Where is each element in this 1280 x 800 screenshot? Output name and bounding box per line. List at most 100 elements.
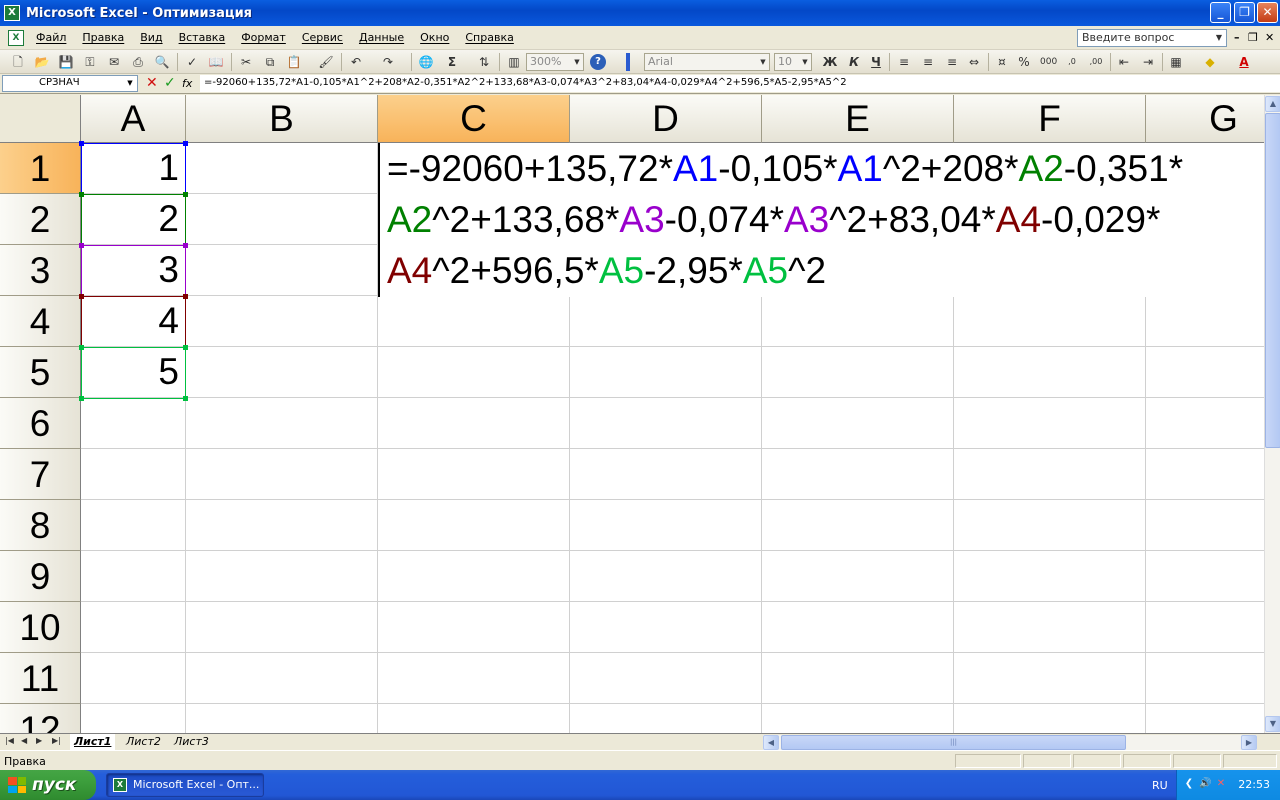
close-button[interactable]: ✕ bbox=[1257, 2, 1278, 23]
row-header-8[interactable]: 8 bbox=[0, 500, 81, 551]
volume-icon[interactable]: 🔊 bbox=[1199, 778, 1211, 790]
scroll-up-arrow-icon[interactable]: ▲ bbox=[1265, 96, 1280, 112]
range-finder-a4[interactable] bbox=[79, 294, 188, 350]
print-preview-icon[interactable]: 🔍 bbox=[154, 54, 170, 70]
chart-wizard-icon[interactable]: ▥ bbox=[506, 54, 522, 70]
format-painter-icon[interactable]: 🖌 bbox=[318, 54, 334, 70]
menu-help[interactable]: Справка bbox=[457, 31, 521, 44]
new-icon[interactable]: 🗋 bbox=[10, 54, 26, 70]
column-header-d[interactable]: D bbox=[570, 95, 762, 143]
row-header-1[interactable]: 1 bbox=[0, 143, 81, 194]
help-icon[interactable]: ? bbox=[590, 54, 606, 70]
network-icon[interactable]: ✕ bbox=[1215, 778, 1227, 790]
chevron-down-icon[interactable]: ▼ bbox=[124, 76, 136, 91]
range-finder-handle[interactable] bbox=[183, 294, 188, 299]
redo-icon[interactable]: ↷ bbox=[380, 54, 396, 70]
cut-icon[interactable]: ✂ bbox=[238, 54, 254, 70]
currency-icon[interactable]: ¤ bbox=[994, 54, 1010, 70]
workbook-icon[interactable]: X bbox=[8, 29, 24, 46]
start-button[interactable]: пуск bbox=[0, 770, 96, 800]
horizontal-scrollbar[interactable]: ◀ ||| ▶ bbox=[763, 735, 1257, 750]
bold-button[interactable]: Ж bbox=[822, 54, 838, 70]
row-header-11[interactable]: 11 bbox=[0, 653, 81, 704]
cell-c1-editor[interactable]: =-92060+135,72*A1-0,105*A1^2+208*A2-0,35… bbox=[378, 143, 1264, 297]
underline-button[interactable]: Ч bbox=[868, 54, 884, 70]
print-icon[interactable]: ⎙ bbox=[130, 54, 146, 70]
decrease-decimal-icon[interactable]: ,00 bbox=[1088, 54, 1104, 70]
range-finder-a2[interactable] bbox=[79, 192, 188, 248]
range-finder-a1[interactable] bbox=[79, 141, 188, 197]
chevron-down-icon[interactable]: ▼ bbox=[799, 54, 811, 70]
vertical-scroll-thumb[interactable] bbox=[1265, 113, 1280, 448]
range-finder-handle[interactable] bbox=[183, 192, 188, 197]
menu-tools[interactable]: Сервис bbox=[294, 31, 351, 44]
help-question-input[interactable]: Введите вопрос ▼ bbox=[1077, 29, 1227, 47]
chevron-down-icon[interactable]: ▼ bbox=[571, 54, 583, 70]
decrease-indent-icon[interactable]: ⇤ bbox=[1116, 54, 1132, 70]
range-finder-handle[interactable] bbox=[79, 294, 84, 299]
undo-icon[interactable]: ↶ bbox=[348, 54, 364, 70]
open-icon[interactable]: 📂 bbox=[34, 54, 50, 70]
hyperlink-icon[interactable]: 🌐 bbox=[418, 54, 434, 70]
menu-view[interactable]: Вид bbox=[132, 31, 170, 44]
menu-format[interactable]: Формат bbox=[233, 31, 294, 44]
fill-color-icon[interactable]: ◆ bbox=[1202, 54, 1218, 70]
menu-edit[interactable]: Правка bbox=[74, 31, 132, 44]
menu-data[interactable]: Данные bbox=[351, 31, 412, 44]
insert-function-icon[interactable]: fx bbox=[182, 75, 192, 92]
cancel-icon[interactable]: ✕ bbox=[146, 75, 158, 91]
range-finder-a3[interactable] bbox=[79, 243, 188, 299]
range-finder-handle[interactable] bbox=[183, 345, 188, 350]
thousands-icon[interactable]: 000 bbox=[1040, 54, 1057, 70]
workbook-restore-button[interactable]: ❐ bbox=[1248, 31, 1258, 44]
research-icon[interactable]: 📖 bbox=[208, 54, 224, 70]
column-header-f[interactable]: F bbox=[954, 95, 1146, 143]
font-name-select[interactable]: Arial ▼ bbox=[644, 53, 770, 71]
workbook-minimize-button[interactable]: – bbox=[1234, 31, 1240, 44]
range-finder-handle[interactable] bbox=[79, 192, 84, 197]
restore-button[interactable]: ❐ bbox=[1234, 2, 1255, 23]
row-header-6[interactable]: 6 bbox=[0, 398, 81, 449]
range-finder-handle[interactable] bbox=[79, 345, 84, 350]
menu-window[interactable]: Окно bbox=[412, 31, 457, 44]
column-header-b[interactable]: B bbox=[186, 95, 378, 143]
vertical-scrollbar[interactable]: ▲ ▼ bbox=[1264, 95, 1280, 733]
row-header-4[interactable]: 4 bbox=[0, 296, 81, 347]
scroll-down-arrow-icon[interactable]: ▼ bbox=[1265, 716, 1280, 732]
scroll-right-arrow-icon[interactable]: ▶ bbox=[1241, 735, 1257, 750]
range-finder-a5[interactable] bbox=[79, 345, 188, 401]
permission-icon[interactable]: ⚿ bbox=[82, 54, 98, 70]
name-box[interactable]: СРЗНАЧ ▼ bbox=[2, 75, 138, 92]
enter-icon[interactable]: ✓ bbox=[164, 75, 176, 91]
row-header-2[interactable]: 2 bbox=[0, 194, 81, 245]
align-center-icon[interactable]: ≡ bbox=[920, 54, 936, 70]
sheet-tab-list1[interactable]: Лист1 bbox=[70, 734, 116, 750]
column-header-e[interactable]: E bbox=[762, 95, 954, 143]
range-finder-handle[interactable] bbox=[183, 396, 188, 401]
font-size-select[interactable]: 10 ▼ bbox=[774, 53, 812, 71]
row-header-10[interactable]: 10 bbox=[0, 602, 81, 653]
spelling-icon[interactable]: ✓ bbox=[184, 54, 200, 70]
range-finder-handle[interactable] bbox=[183, 141, 188, 146]
formula-input[interactable]: =-92060+135,72*A1-0,105*A1^2+208*A2-0,35… bbox=[200, 75, 1280, 92]
borders-icon[interactable]: ▦ bbox=[1168, 54, 1184, 70]
paste-icon[interactable]: 📋 bbox=[286, 54, 302, 70]
language-indicator[interactable]: RU bbox=[1152, 779, 1168, 792]
row-header-9[interactable]: 9 bbox=[0, 551, 81, 602]
increase-decimal-icon[interactable]: ,0 bbox=[1064, 54, 1080, 70]
tray-arrow-icon[interactable]: ❮ bbox=[1183, 778, 1195, 790]
menu-file[interactable]: Файл bbox=[28, 31, 74, 44]
merge-center-icon[interactable]: ⇔ bbox=[966, 54, 982, 70]
increase-indent-icon[interactable]: ⇥ bbox=[1140, 54, 1156, 70]
toolbar-grip[interactable] bbox=[626, 53, 630, 71]
italic-button[interactable]: К bbox=[846, 54, 862, 70]
menu-insert[interactable]: Вставка bbox=[171, 31, 234, 44]
range-finder-handle[interactable] bbox=[79, 141, 84, 146]
sheet-tab-list2[interactable]: Лист2 bbox=[122, 734, 165, 750]
row-header-12[interactable]: 12 bbox=[0, 704, 81, 733]
range-finder-handle[interactable] bbox=[183, 243, 188, 248]
workbook-close-button[interactable]: ✕ bbox=[1265, 31, 1274, 44]
sort-ascending-icon[interactable]: ⇅ bbox=[476, 54, 492, 70]
zoom-select[interactable]: 300% ▼ bbox=[526, 53, 584, 71]
email-icon[interactable]: ✉ bbox=[106, 54, 122, 70]
